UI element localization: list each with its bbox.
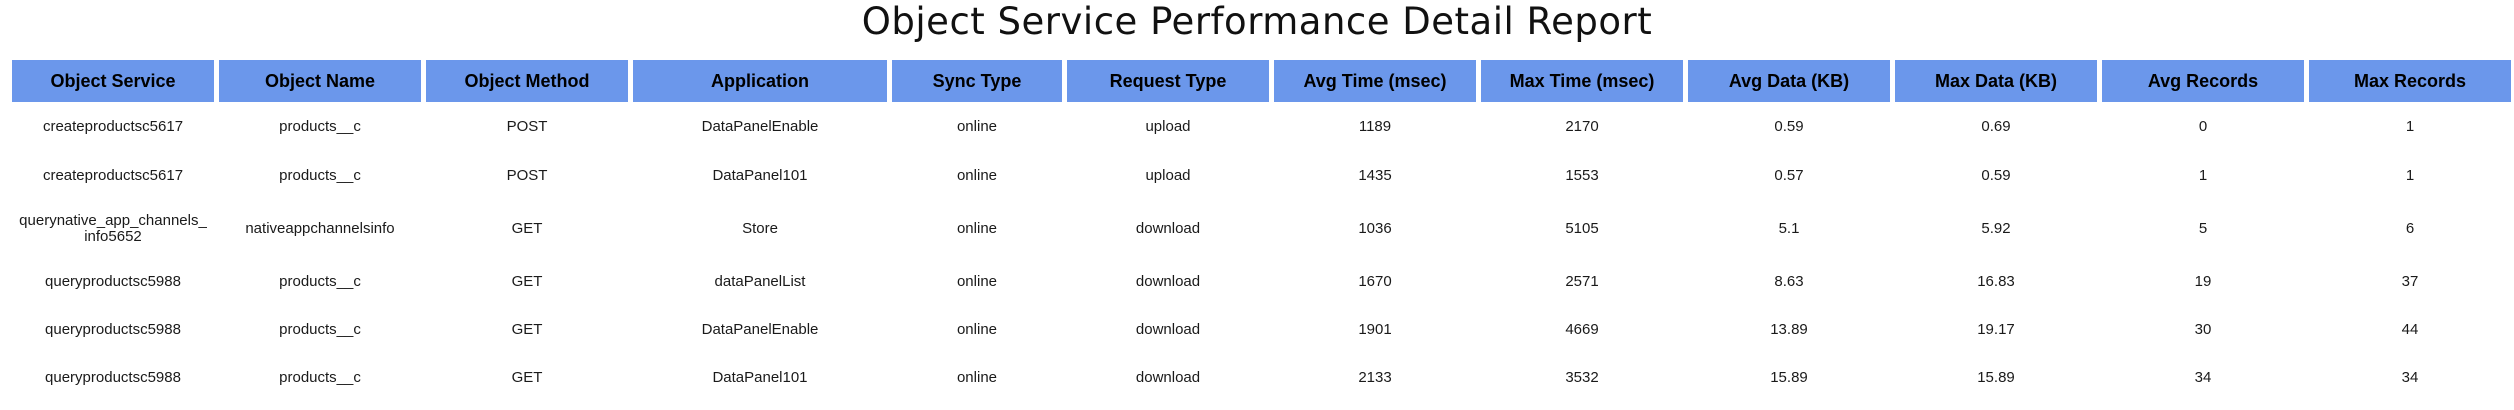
cell-request-type: download — [1135, 273, 1201, 290]
cell-avg-records: 1 — [2198, 167, 2208, 184]
performance-table: Object Service Object Name Object Method… — [7, 60, 2514, 402]
cell-avg-data: 0.59 — [1774, 118, 1804, 135]
cell-max-time: 1553 — [1565, 167, 1599, 184]
cell-object-method: GET — [511, 369, 543, 386]
table-row: queryproductsc5988 products__c GET DataP… — [12, 306, 2511, 354]
column-header-object-name[interactable]: Object Name — [219, 60, 421, 102]
cell-avg-records: 19 — [2194, 273, 2212, 290]
cell-max-data: 19.17 — [1977, 321, 2015, 338]
cell-request-type: download — [1135, 321, 1201, 338]
cell-object-method: POST — [506, 167, 548, 184]
table-row: createproductsc5617 products__c POST Dat… — [12, 102, 2511, 152]
column-header-avg-records[interactable]: Avg Records — [2102, 60, 2304, 102]
cell-object-service: createproductsc5617 — [42, 118, 184, 135]
cell-object-service: createproductsc5617 — [42, 167, 184, 184]
cell-object-method: POST — [506, 118, 548, 135]
cell-object-name: products__c — [279, 273, 361, 290]
column-header-object-service[interactable]: Object Service — [12, 60, 214, 102]
cell-object-name: products__c — [279, 321, 361, 338]
cell-avg-records: 0 — [2198, 118, 2208, 135]
cell-sync-type: online — [956, 167, 998, 184]
cell-avg-time: 1670 — [1358, 273, 1392, 290]
cell-sync-type: online — [956, 118, 998, 135]
cell-object-name: products__c — [279, 118, 361, 135]
cell-avg-time: 1435 — [1358, 167, 1392, 184]
cell-avg-data: 5.1 — [1778, 220, 1800, 237]
cell-object-service: queryproductsc5988 — [45, 369, 181, 386]
cell-object-name: nativeappchannelsinfo — [245, 220, 395, 237]
cell-max-time: 2571 — [1565, 273, 1599, 290]
cell-avg-data: 8.63 — [1774, 273, 1804, 290]
column-header-sync-type[interactable]: Sync Type — [892, 60, 1062, 102]
cell-sync-type: online — [956, 273, 998, 290]
cell-max-time: 4669 — [1565, 321, 1599, 338]
cell-object-method: GET — [511, 321, 543, 338]
cell-avg-records: 5 — [2198, 220, 2208, 237]
cell-sync-type: online — [956, 369, 998, 386]
cell-object-method: GET — [511, 273, 543, 290]
cell-application: dataPanelList — [714, 273, 806, 290]
column-header-avg-time[interactable]: Avg Time (msec) — [1274, 60, 1476, 102]
cell-avg-time: 1036 — [1358, 220, 1392, 237]
table-header-row: Object Service Object Name Object Method… — [12, 60, 2511, 102]
cell-avg-time: 1189 — [1358, 118, 1392, 135]
cell-avg-time: 1901 — [1358, 321, 1392, 338]
cell-application: Store — [742, 220, 778, 237]
cell-request-type: upload — [1145, 167, 1191, 184]
column-header-application[interactable]: Application — [633, 60, 887, 102]
cell-application: DataPanel101 — [712, 369, 808, 386]
table-row: queryproductsc5988 products__c GET dataP… — [12, 258, 2511, 306]
cell-request-type: download — [1135, 369, 1201, 386]
cell-max-records: 44 — [2401, 321, 2419, 338]
column-header-object-method[interactable]: Object Method — [426, 60, 628, 102]
cell-max-records: 34 — [2401, 369, 2419, 386]
cell-max-data: 0.69 — [1981, 118, 2011, 135]
column-header-avg-data[interactable]: Avg Data (KB) — [1688, 60, 1890, 102]
cell-max-data: 16.83 — [1977, 273, 2015, 290]
cell-avg-records: 30 — [2194, 321, 2212, 338]
cell-request-type: upload — [1145, 118, 1191, 135]
cell-application: DataPanelEnable — [701, 118, 819, 135]
cell-max-records: 37 — [2401, 273, 2419, 290]
cell-object-service: queryproductsc5988 — [45, 273, 181, 290]
cell-max-data: 15.89 — [1977, 369, 2015, 386]
cell-max-time: 2170 — [1565, 118, 1599, 135]
cell-avg-records: 34 — [2194, 369, 2212, 386]
cell-avg-data: 13.89 — [1770, 321, 1808, 338]
cell-max-data: 5.92 — [1981, 220, 2011, 237]
table-row: createproductsc5617 products__c POST Dat… — [12, 152, 2511, 200]
cell-avg-time: 2133 — [1358, 369, 1392, 386]
cell-max-records: 1 — [2405, 167, 2415, 184]
column-header-max-records[interactable]: Max Records — [2309, 60, 2511, 102]
cell-object-name: products__c — [279, 369, 361, 386]
cell-request-type: download — [1135, 220, 1201, 237]
cell-avg-data: 15.89 — [1770, 369, 1808, 386]
column-header-max-time[interactable]: Max Time (msec) — [1481, 60, 1683, 102]
column-header-request-type[interactable]: Request Type — [1067, 60, 1269, 102]
cell-avg-data: 0.57 — [1774, 167, 1804, 184]
cell-application: DataPanelEnable — [701, 321, 819, 338]
cell-application: DataPanel101 — [712, 167, 808, 184]
cell-sync-type: online — [956, 220, 998, 237]
cell-max-time: 3532 — [1565, 369, 1599, 386]
cell-object-service: queryproductsc5988 — [45, 321, 181, 338]
cell-object-name: products__c — [279, 167, 361, 184]
cell-object-method: GET — [511, 220, 543, 237]
cell-sync-type: online — [956, 321, 998, 338]
column-header-max-data[interactable]: Max Data (KB) — [1895, 60, 2097, 102]
report-title: Object Service Performance Detail Report — [861, 0, 1653, 43]
table-row: queryproductsc5988 products__c GET DataP… — [12, 354, 2511, 402]
cell-object-service: querynative_app_channels_info5652 — [19, 212, 207, 245]
cell-max-time: 5105 — [1565, 220, 1599, 237]
cell-max-data: 0.59 — [1981, 167, 2011, 184]
table-row: querynative_app_channels_info5652 native… — [12, 200, 2511, 258]
cell-max-records: 6 — [2405, 220, 2415, 237]
cell-max-records: 1 — [2405, 118, 2415, 135]
